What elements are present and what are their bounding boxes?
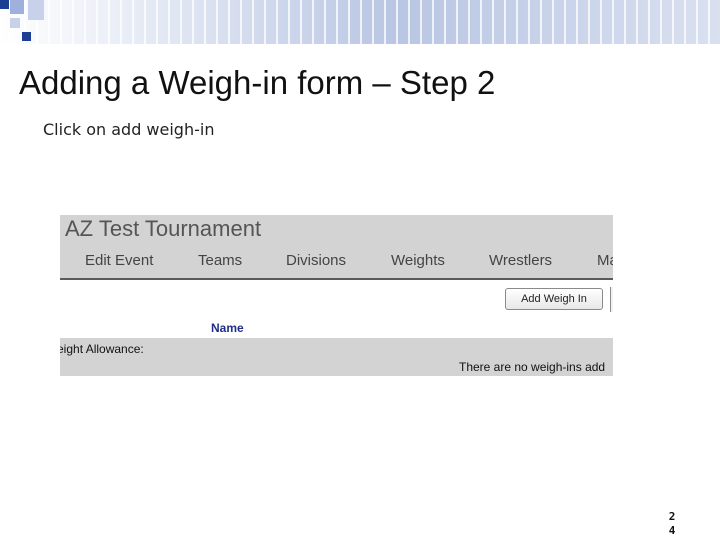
decor-square [10, 18, 20, 28]
page-number: 2 4 [664, 510, 680, 538]
weight-allowance-label: eight Allowance: [60, 342, 144, 356]
nav-divisions[interactable]: Divisions [286, 252, 346, 269]
nav-edit-event[interactable]: Edit Event [85, 252, 153, 269]
adjacent-button-edge[interactable] [610, 287, 613, 312]
page-number-digit: 2 [668, 510, 676, 523]
nav-truncated-item[interactable]: Ma [597, 252, 613, 269]
column-header-name: Name [211, 321, 244, 335]
slide-bullet-text: Click on add weigh-in [43, 120, 215, 139]
add-weigh-in-button[interactable]: Add Weigh In [505, 288, 603, 310]
header-decoration-lines [0, 0, 720, 44]
decor-square [28, 0, 44, 20]
decor-square [22, 32, 31, 41]
header-divider [60, 278, 613, 280]
slide-title: Adding a Weigh-in form – Step 2 [19, 64, 496, 101]
page-number-digit: 4 [668, 524, 676, 537]
nav-wrestlers[interactable]: Wrestlers [489, 252, 552, 269]
decor-square [10, 0, 24, 14]
nav-teams[interactable]: Teams [198, 252, 242, 269]
empty-weigh-ins-message: There are no weigh-ins add [459, 360, 606, 374]
embedded-screenshot: AZ Test Tournament Edit Event Teams Divi… [60, 215, 613, 376]
tournament-title: AZ Test Tournament [65, 216, 262, 241]
decor-square [0, 0, 9, 9]
nav-weights[interactable]: Weights [391, 252, 445, 269]
